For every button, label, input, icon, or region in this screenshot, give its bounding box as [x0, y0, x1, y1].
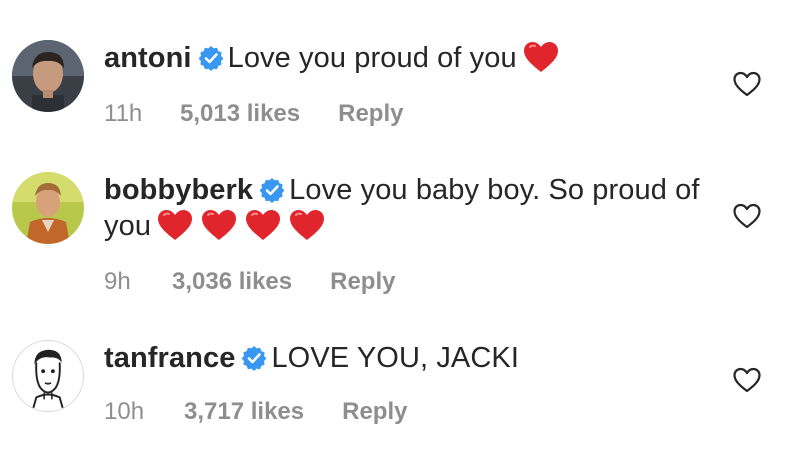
username-link[interactable]: bobbyberk	[104, 174, 253, 206]
verified-badge-icon	[241, 345, 267, 371]
like-comment-button[interactable]	[732, 366, 762, 394]
red-heart-emoji	[201, 209, 237, 241]
heart-outline-icon	[733, 203, 761, 229]
reply-button[interactable]: Reply	[330, 268, 395, 296]
username-link[interactable]: antoni	[104, 42, 192, 74]
avatar[interactable]	[12, 172, 84, 244]
comment-body: tanfrance LOVE YOU, JACKI 10h 3,717 likes…	[104, 340, 704, 425]
comment-meta: 9h 3,036 likes Reply	[104, 268, 395, 296]
red-heart-emoji	[245, 209, 281, 241]
comment-body: antoni Love you proud of you 11h 5,013 li…	[104, 40, 704, 127]
comment-text-line: antoni Love you proud of you	[104, 40, 704, 82]
reply-button[interactable]: Reply	[342, 398, 407, 426]
avatar-photo	[12, 172, 84, 244]
comment-timestamp: 9h	[104, 268, 131, 295]
likes-count-link[interactable]: 3,036 likes	[172, 268, 292, 296]
red-heart-emoji	[289, 209, 325, 241]
comment-timestamp: 10h	[104, 398, 145, 425]
avatar-photo	[12, 40, 84, 112]
reply-button[interactable]: Reply	[338, 100, 403, 128]
username-link[interactable]: tanfrance	[104, 342, 235, 374]
heart-emoji-group	[523, 41, 567, 82]
comment-text: Love you proud of you	[227, 42, 517, 74]
heart-outline-icon	[733, 71, 761, 97]
likes-count-link[interactable]: 3,717 likes	[184, 398, 304, 426]
avatar-illustration	[13, 341, 83, 411]
heart-outline-icon	[733, 367, 761, 393]
like-comment-button[interactable]	[732, 202, 762, 230]
comment-text: LOVE YOU, JACKI	[271, 342, 519, 374]
comments-list: antoni Love you proud of you 11h 5,013 li…	[0, 0, 800, 450]
comment-text-line: tanfrance LOVE YOU, JACKI	[104, 340, 704, 376]
comment-text-line: bobbyberk Love you baby boy. So proud of…	[104, 172, 704, 250]
comment-timestamp: 11h	[104, 100, 143, 127]
like-comment-button[interactable]	[732, 70, 762, 98]
avatar[interactable]	[12, 40, 84, 112]
heart-emoji-group	[157, 209, 333, 250]
comment-meta: 10h 3,717 likes Reply	[104, 398, 407, 426]
verified-badge-icon	[198, 45, 224, 71]
comment-meta: 11h 5,013 likes Reply	[104, 100, 403, 128]
avatar[interactable]	[12, 340, 84, 412]
red-heart-emoji	[523, 41, 559, 73]
comment-body: bobbyberk Love you baby boy. So proud of…	[104, 172, 704, 295]
verified-badge-icon	[259, 177, 285, 203]
likes-count-link[interactable]: 5,013 likes	[180, 100, 300, 128]
red-heart-emoji	[157, 209, 193, 241]
